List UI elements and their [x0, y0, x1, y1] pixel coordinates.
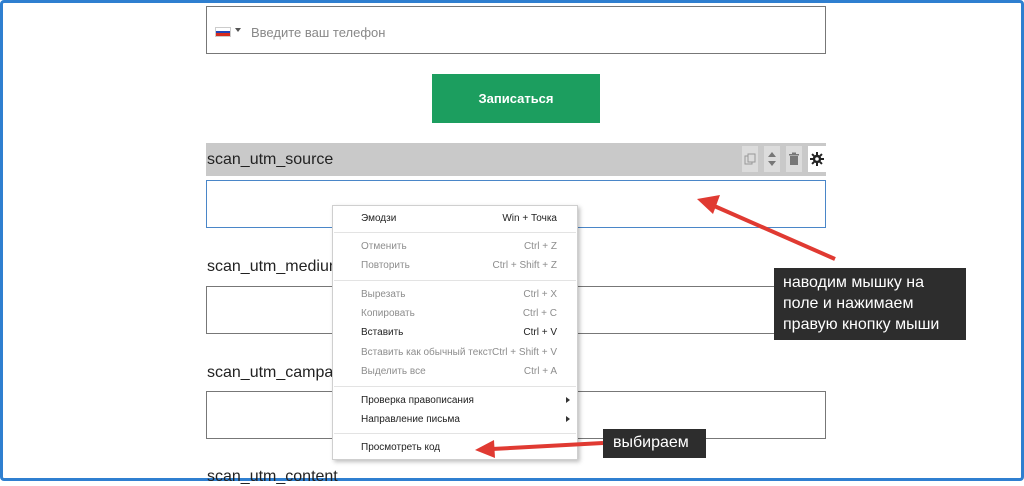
callout-line: поле и нажимаем [783, 295, 914, 312]
arrow-to-inspect [491, 441, 604, 451]
instruction-callout: наводим мышку на поле и нажимаем правую … [774, 268, 966, 340]
callout-line: выбираем [613, 434, 689, 451]
arrow-head-icon [475, 440, 495, 458]
arrow-to-field [711, 203, 836, 261]
choose-callout: выбираем [603, 429, 706, 458]
arrow-head-icon [697, 195, 720, 214]
callout-line: наводим мышку на [783, 274, 925, 291]
annotation-arrows [475, 195, 836, 458]
callout-line: правую кнопку мыши [783, 316, 940, 333]
